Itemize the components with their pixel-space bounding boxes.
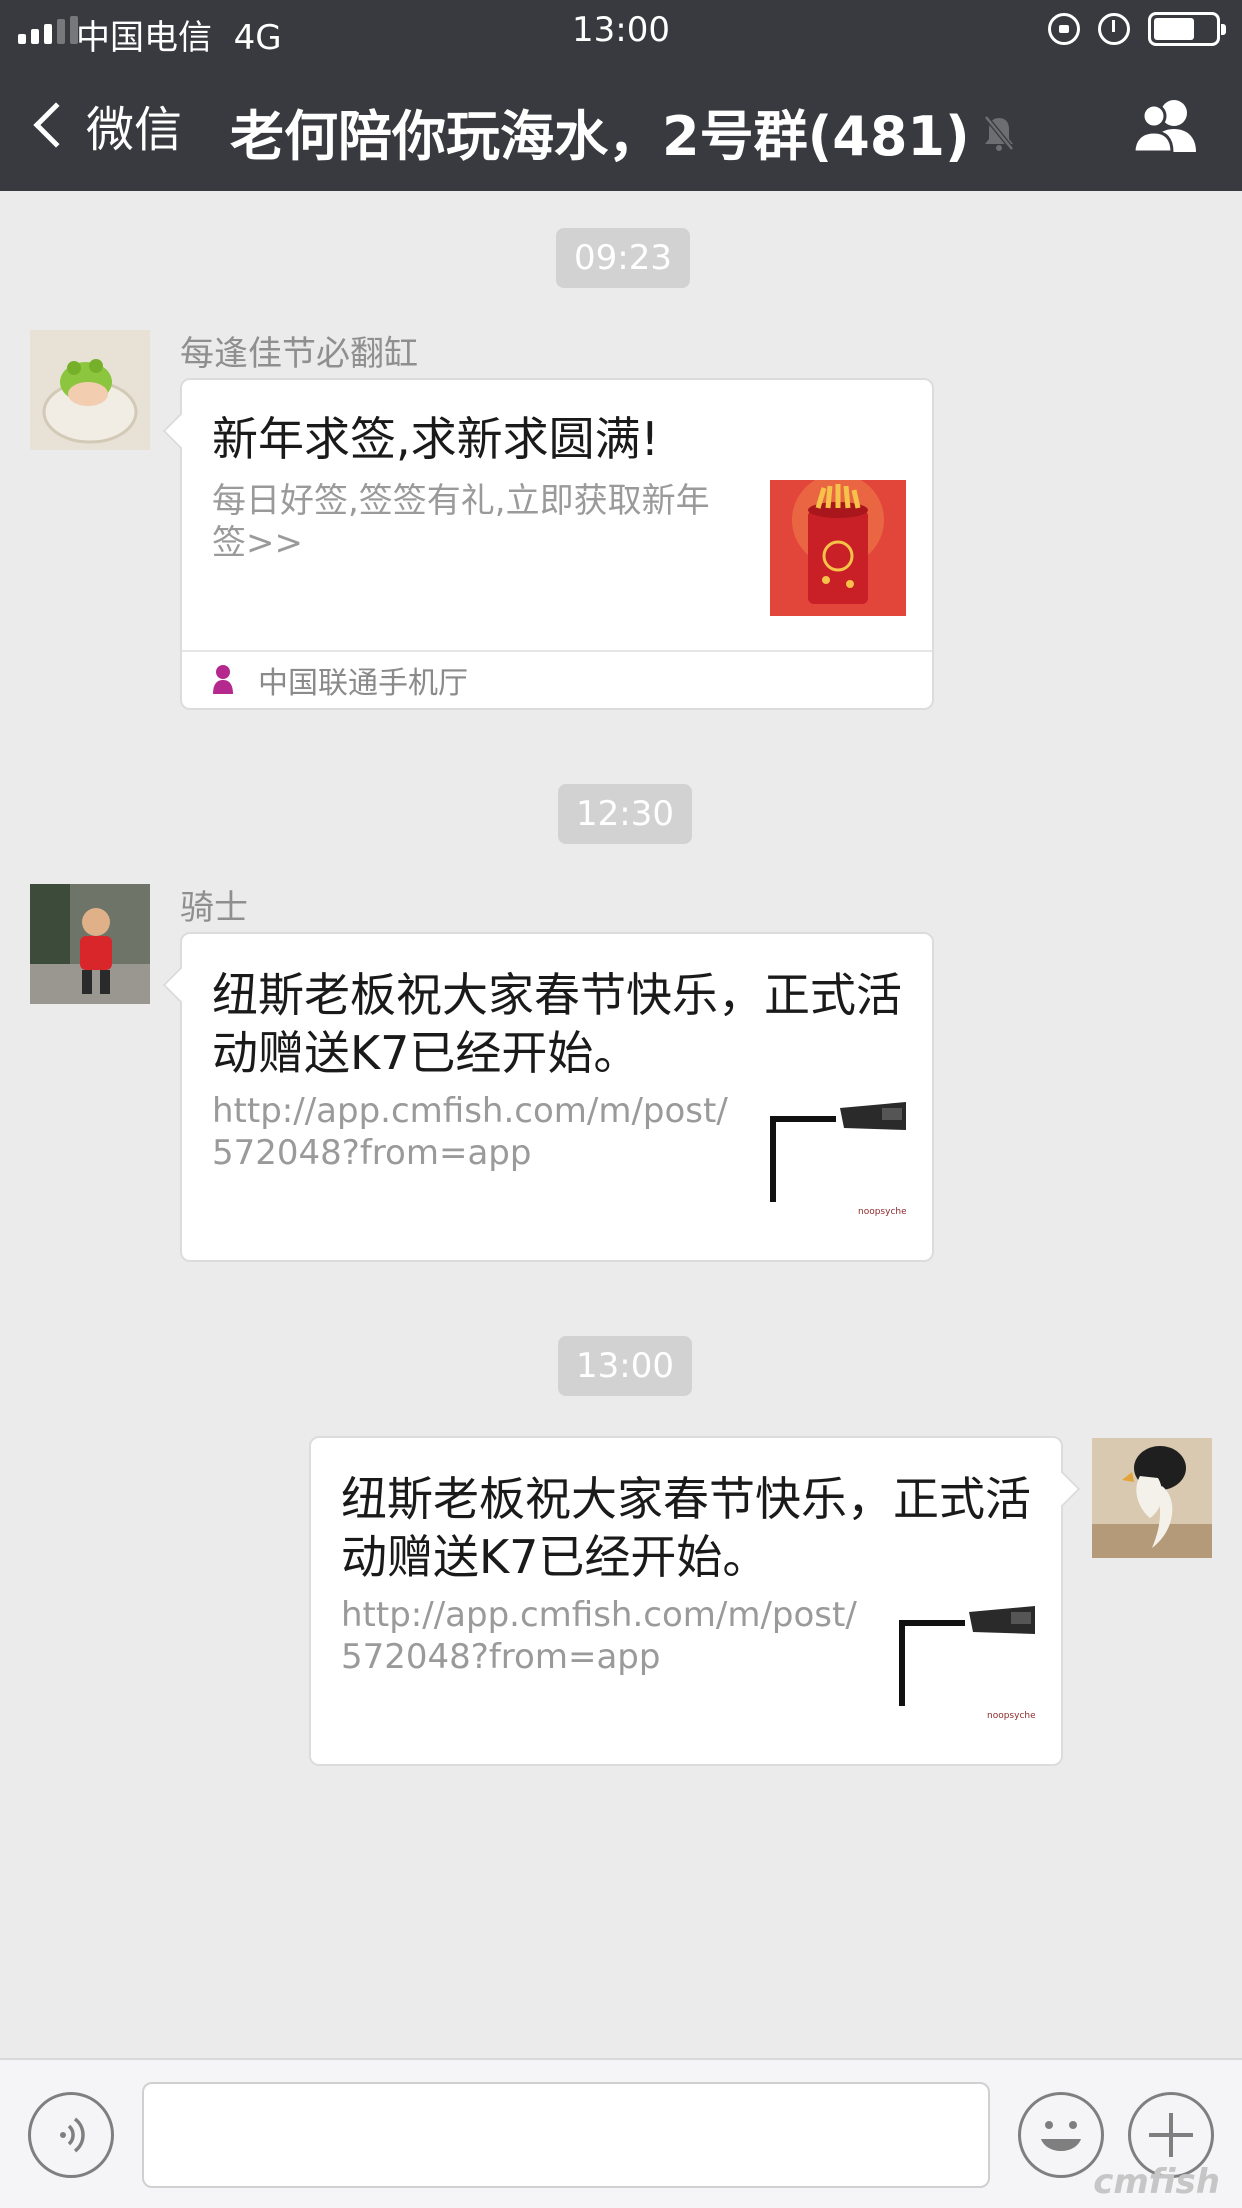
- link-card[interactable]: 纽斯老板祝大家春节快乐，正式活动赠送K7已经开始。 http://app.cmf…: [180, 932, 934, 1262]
- card-thumbnail: [770, 480, 906, 616]
- link-card[interactable]: 纽斯老板祝大家春节快乐，正式活动赠送K7已经开始。 http://app.cmf…: [309, 1436, 1063, 1766]
- chevron-left-icon: [33, 102, 79, 148]
- message-input[interactable]: [142, 2082, 990, 2188]
- person-icon: [213, 665, 233, 694]
- card-description: 每日好签,签签有礼,立即获取新年签>>: [212, 481, 710, 563]
- source-label: 中国联通手机厅: [258, 666, 468, 701]
- card-description: http://app.cmfish.com/m/post/572048?from…: [341, 1595, 857, 1677]
- card-description: http://app.cmfish.com/m/post/572048?from…: [212, 1091, 728, 1173]
- card-title: 新年求签,求新求圆满!: [212, 412, 660, 466]
- battery-icon: [1148, 12, 1226, 46]
- time-divider: 12:30: [558, 784, 692, 844]
- card-title: 纽斯老板祝大家春节快乐，正式活动赠送K7已经开始。: [341, 1472, 1031, 1584]
- svg-text:noopsyche: noopsyche: [987, 1711, 1035, 1721]
- nav-bar: 微信 老何陪你玩海水，2号群(481): [0, 62, 1242, 191]
- card-thumbnail: noopsyche: [899, 1606, 1035, 1742]
- bell-off-icon: [984, 115, 1014, 151]
- status-bar: 中国电信 4G 13:00: [0, 0, 1242, 62]
- voice-button[interactable]: [28, 2092, 114, 2178]
- avatar[interactable]: [30, 330, 150, 450]
- avatar[interactable]: [30, 884, 150, 1004]
- time-divider: 13:00: [558, 1336, 692, 1396]
- card-source: 中国联通手机厅: [182, 650, 932, 708]
- back-button[interactable]: 微信: [26, 90, 182, 160]
- card-thumbnail: noopsyche: [770, 1102, 906, 1238]
- svg-text:noopsyche: noopsyche: [858, 1207, 906, 1217]
- sender-name: 骑士: [180, 888, 248, 928]
- alarm-icon: [1098, 13, 1130, 45]
- top-bar: 中国电信 4G 13:00 微信 老何陪你玩海水，2号群(481): [0, 0, 1242, 191]
- emoji-button[interactable]: [1018, 2092, 1104, 2178]
- orientation-lock-icon: [1048, 13, 1080, 45]
- time-divider: 09:23: [556, 228, 690, 288]
- emoji-icon: [1041, 2121, 1081, 2151]
- voice-icon: [60, 2117, 85, 2153]
- card-title: 纽斯老板祝大家春节快乐，正式活动赠送K7已经开始。: [212, 968, 902, 1080]
- group-icon[interactable]: [1130, 96, 1202, 156]
- input-bar: cmfish: [0, 2058, 1242, 2208]
- watermark: cmfish: [1093, 2162, 1220, 2202]
- back-label: 微信: [86, 102, 183, 158]
- link-card[interactable]: 新年求签,求新求圆满! 每日好签,签签有礼,立即获取新年签>> 中国联通手机厅: [180, 378, 934, 710]
- avatar[interactable]: [1092, 1438, 1212, 1558]
- chat-title: 老何陪你玩海水，2号群(481): [230, 105, 970, 168]
- sender-name: 每逢佳节必翻缸: [180, 334, 418, 374]
